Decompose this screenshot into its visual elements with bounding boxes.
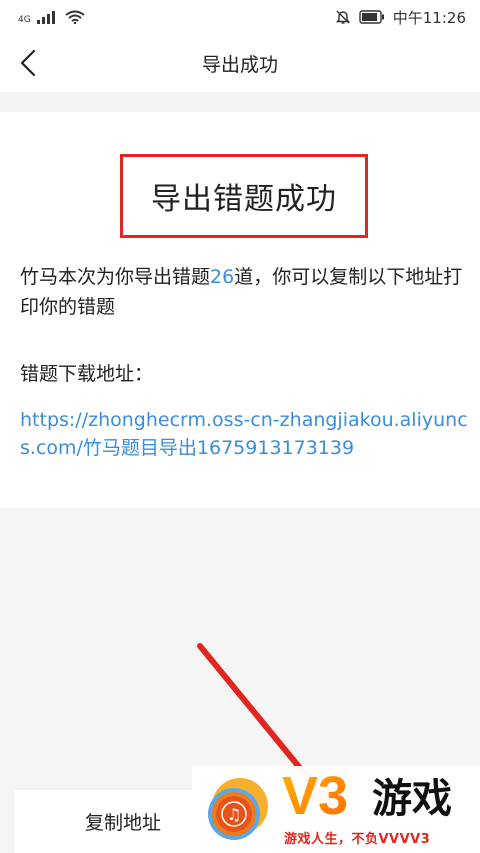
desc-prefix: 竹马本次为你导出错题 [20, 266, 211, 288]
svg-text:游戏: 游戏 [372, 776, 452, 822]
divider-strip [0, 92, 480, 112]
svg-text:V3: V3 [282, 766, 348, 822]
battery-icon [359, 10, 384, 24]
back-button[interactable] [10, 44, 46, 82]
wifi-icon [65, 10, 85, 24]
nav-bar: 导出成功 [0, 34, 480, 92]
page-title: 导出成功 [201, 53, 278, 76]
headline-highlight-box: 导出错题成功 [120, 154, 368, 238]
status-time: 中午11:26 [392, 8, 466, 27]
status-right: 中午11:26 [335, 7, 466, 28]
network-type: 4G [18, 14, 31, 25]
signal-icon [36, 11, 55, 24]
error-count: 26 [210, 266, 235, 288]
music-disc-logo-icon: ♫ [208, 778, 268, 840]
brand-logo: V3 游戏 [282, 766, 452, 822]
result-card: 导出错题成功 竹马本次为你导出错题26道，你可以复制以下地址打印你的错题 错题下… [0, 112, 480, 508]
chevron-left-icon [20, 49, 36, 77]
status-bar: 4G 中午11:26 [0, 0, 480, 34]
bell-off-icon [335, 10, 350, 24]
watermark-slogan: 游戏人生，不负VVVV3 [284, 832, 431, 847]
download-label: 错题下载地址： [20, 363, 154, 385]
result-headline: 导出错题成功 [151, 182, 337, 217]
watermark: ♫ V3 游戏 游戏人生，不负VVVV3 [192, 766, 480, 853]
svg-text:♫: ♫ [227, 805, 241, 824]
download-link[interactable]: https://zhonghecrm.oss-cn-zhangjiakou.al… [20, 406, 470, 462]
status-left: 4G [18, 10, 85, 25]
result-description: 竹马本次为你导出错题26道，你可以复制以下地址打印你的错题 [20, 262, 465, 322]
